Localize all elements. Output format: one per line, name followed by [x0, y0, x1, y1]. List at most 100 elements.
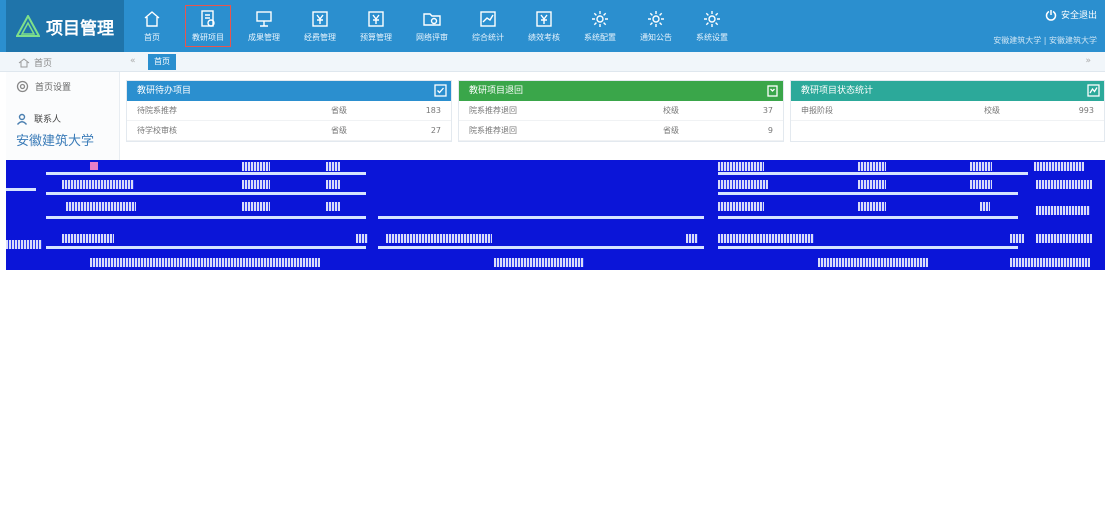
content-area — [6, 270, 1105, 525]
artifact-line — [718, 246, 1018, 249]
artifact-block — [62, 180, 134, 189]
nav-label: 综合统计 — [472, 33, 504, 42]
contact-text: 联系人 — [34, 115, 62, 125]
artifact-line — [718, 192, 1018, 195]
checkbox-icon[interactable] — [434, 84, 447, 97]
nav-home[interactable]: 首页 — [124, 0, 180, 52]
tab-scroll-right-icon[interactable]: » — [1085, 56, 1091, 66]
nav-budget[interactable]: 预算管理 — [348, 0, 404, 52]
table-row[interactable]: 申报阶段 校级 993 — [791, 101, 1104, 121]
gear-icon — [704, 11, 720, 27]
panel-header: 教研项目退回 — [459, 81, 783, 101]
tab-scroll-left-icon[interactable]: « — [130, 56, 136, 66]
chart-icon[interactable] — [1087, 84, 1100, 97]
home-icon — [18, 57, 30, 67]
row-name: 申报阶段 — [801, 106, 833, 115]
table-row[interactable]: 院系推荐退回 省级 9 — [459, 121, 783, 141]
artifact-line — [378, 246, 704, 249]
artifact-block — [718, 162, 764, 171]
artifact-block — [970, 180, 992, 189]
table-row[interactable]: 待院系推荐 省级 183 — [127, 101, 451, 121]
artifact-block — [1010, 258, 1090, 267]
nav-label: 通知公告 — [640, 33, 672, 42]
contact-label: 联系人 — [16, 112, 61, 125]
row-level: 省级 — [331, 106, 347, 115]
yuan-icon — [536, 11, 552, 27]
row-level: 省级 — [331, 126, 347, 135]
nav-statistics[interactable]: 综合统计 — [460, 0, 516, 52]
artifact-block — [326, 202, 340, 211]
panel-title: 教研项目退回 — [469, 86, 524, 96]
artifact-block — [326, 180, 340, 189]
artifact-block — [90, 258, 320, 267]
row-level: 校级 — [984, 106, 1000, 115]
panel-header: 教研待办项目 — [127, 81, 451, 101]
row-count: 993 — [1078, 106, 1094, 115]
nav-label: 预算管理 — [360, 33, 392, 42]
row-name: 待院系推荐 — [137, 106, 177, 115]
nav-review[interactable]: 网络评审 — [404, 0, 460, 52]
nav-label: 系统配置 — [584, 33, 616, 42]
homepage-settings[interactable]: 首页设置 — [16, 80, 71, 93]
artifact-line — [718, 172, 1028, 175]
table-row[interactable]: 院系推荐退回 校级 37 — [459, 101, 783, 121]
logo-triangle-icon — [16, 15, 40, 37]
table-row[interactable]: 待学校审核 省级 27 — [127, 121, 451, 141]
gear-icon — [592, 11, 608, 27]
nav-system-settings[interactable]: 系统设置 — [684, 0, 740, 52]
artifact-block — [1036, 206, 1090, 215]
artifact-block — [686, 234, 698, 243]
row-count: 37 — [762, 106, 773, 115]
artifact-line — [46, 216, 366, 219]
breadcrumb[interactable]: 首页 — [18, 56, 52, 69]
row-count: 9 — [767, 126, 773, 135]
row-name: 院系推荐退回 — [469, 106, 517, 115]
chart-icon — [480, 11, 496, 27]
clipboard-icon[interactable] — [766, 84, 779, 97]
logout-button[interactable]: 安全退出 — [993, 8, 1097, 21]
app-logo[interactable]: 项目管理 — [6, 0, 124, 52]
artifact-block — [858, 162, 886, 171]
nav-teaching-project[interactable]: 教研项目 — [180, 0, 236, 52]
rendering-artifact — [6, 160, 1105, 270]
nav-achievement[interactable]: 成果管理 — [236, 0, 292, 52]
artifact-block — [1034, 162, 1084, 171]
nav-label: 网络评审 — [416, 33, 448, 42]
artifact-block — [494, 258, 584, 267]
nav-system-config[interactable]: 系统配置 — [572, 0, 628, 52]
artifact-block — [718, 234, 814, 243]
panel-title: 教研项目状态统计 — [801, 86, 874, 96]
artifact-block — [1010, 234, 1024, 243]
folder-icon — [423, 13, 441, 26]
artifact-block — [66, 202, 136, 211]
main-nav: 首页 教研项目 成果管理 经费管理 预算管理 网络评审 综合统计 绩效考核 系统… — [124, 0, 740, 52]
panel-returned-projects: 教研项目退回 院系推荐退回 校级 37 院系推荐退回 省级 9 — [458, 80, 784, 142]
panel-todo-projects: 教研待办项目 待院系推荐 省级 183 待学校审核 省级 27 — [126, 80, 452, 142]
home-icon — [144, 11, 160, 27]
panel-header: 教研项目状态统计 — [791, 81, 1104, 101]
artifact-block — [718, 202, 764, 211]
row-count: 27 — [430, 126, 441, 135]
nav-performance[interactable]: 绩效考核 — [516, 0, 572, 52]
nav-label: 经费管理 — [304, 33, 336, 42]
artifact-block — [1036, 234, 1092, 243]
artifact-block — [980, 202, 990, 211]
user-info: 安徽建筑大学 | 安徽建筑大学 — [993, 36, 1097, 45]
artifact-line — [46, 172, 366, 175]
nav-label: 系统设置 — [696, 33, 728, 42]
nav-label: 首页 — [144, 33, 160, 42]
power-icon — [1045, 9, 1057, 21]
row-level: 省级 — [663, 126, 679, 135]
tab-home[interactable]: 首页 — [148, 54, 176, 70]
artifact-line — [378, 216, 704, 219]
panel-title: 教研待办项目 — [137, 86, 192, 96]
artifact-block — [970, 162, 992, 171]
artifact-block — [858, 202, 886, 211]
nav-funds[interactable]: 经费管理 — [292, 0, 348, 52]
nav-notice[interactable]: 通知公告 — [628, 0, 684, 52]
artifact-block — [818, 258, 928, 267]
breadcrumb-home: 首页 — [34, 59, 53, 69]
artifact-mark — [90, 162, 98, 170]
artifact-line — [718, 216, 1018, 219]
nav-label: 成果管理 — [248, 33, 280, 42]
